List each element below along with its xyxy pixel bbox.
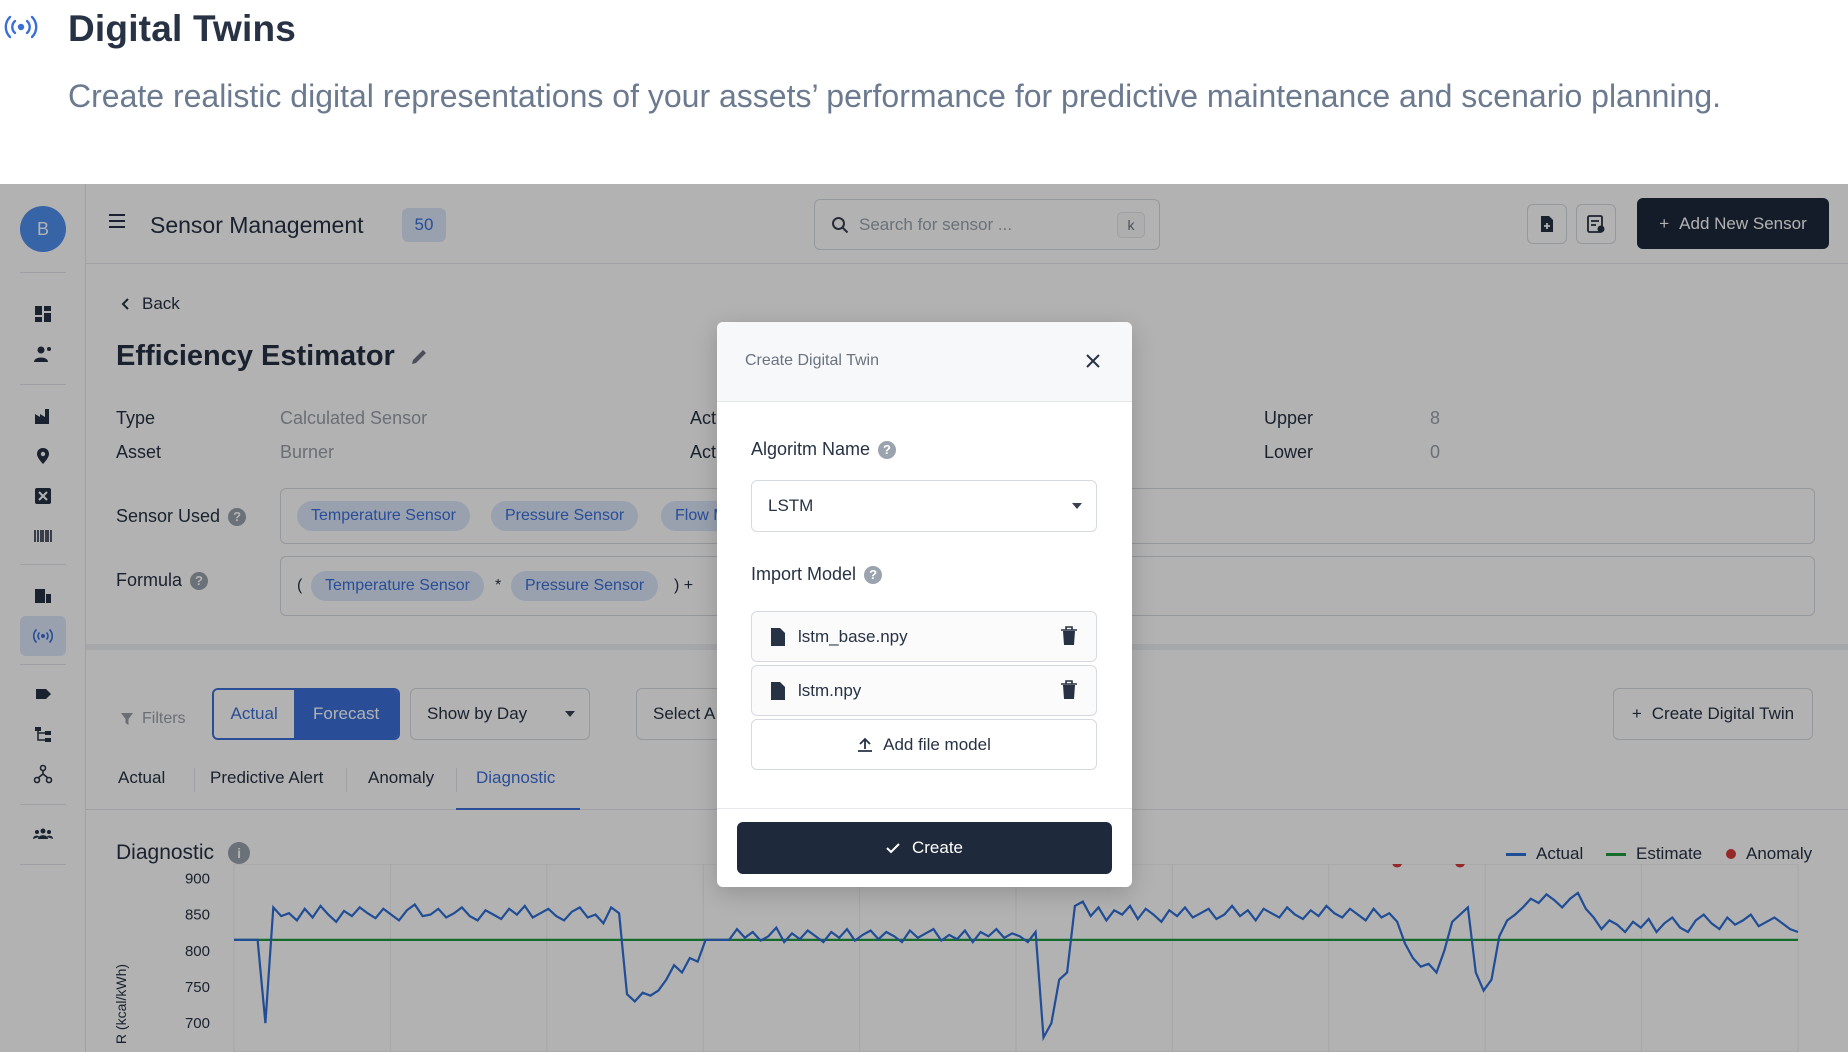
caret-down-icon [1072,503,1082,509]
create-digital-twin-modal: Create Digital Twin Algoritm Name? LSTM … [717,322,1132,887]
trash-icon[interactable] [1060,626,1078,646]
hero-title: Digital Twins [68,8,297,49]
app-window: B Sensor Management 50 Search for sensor… [0,184,1848,1052]
trash-icon[interactable] [1060,680,1078,700]
algorithm-label: Algoritm Name? [751,439,897,460]
import-model-label: Import Model? [751,564,883,585]
upload-icon [858,737,873,752]
modal-title: Create Digital Twin [745,352,879,369]
file-row: lstm_base.npy [751,611,1097,662]
modal-footer-divider [717,808,1132,809]
file-icon [771,628,785,646]
algorithm-select[interactable]: LSTM [751,480,1097,532]
modal-header: Create Digital Twin [717,322,1132,402]
file-icon [771,682,785,700]
help-icon[interactable]: ? [864,565,883,584]
create-button[interactable]: Create [737,822,1112,874]
hero-section: Digital Twins Create realistic digital r… [0,0,1848,184]
add-file-model-button[interactable]: Add file model [751,719,1097,770]
check-icon [886,843,900,854]
file-row: lstm.npy [751,665,1097,716]
file-name: lstm.npy [798,681,862,700]
close-icon[interactable] [1084,352,1102,370]
hero-subtitle: Create realistic digital representations… [68,78,1722,114]
help-icon[interactable]: ? [878,440,897,459]
broadcast-icon [4,15,38,39]
file-name: lstm_base.npy [798,627,908,646]
